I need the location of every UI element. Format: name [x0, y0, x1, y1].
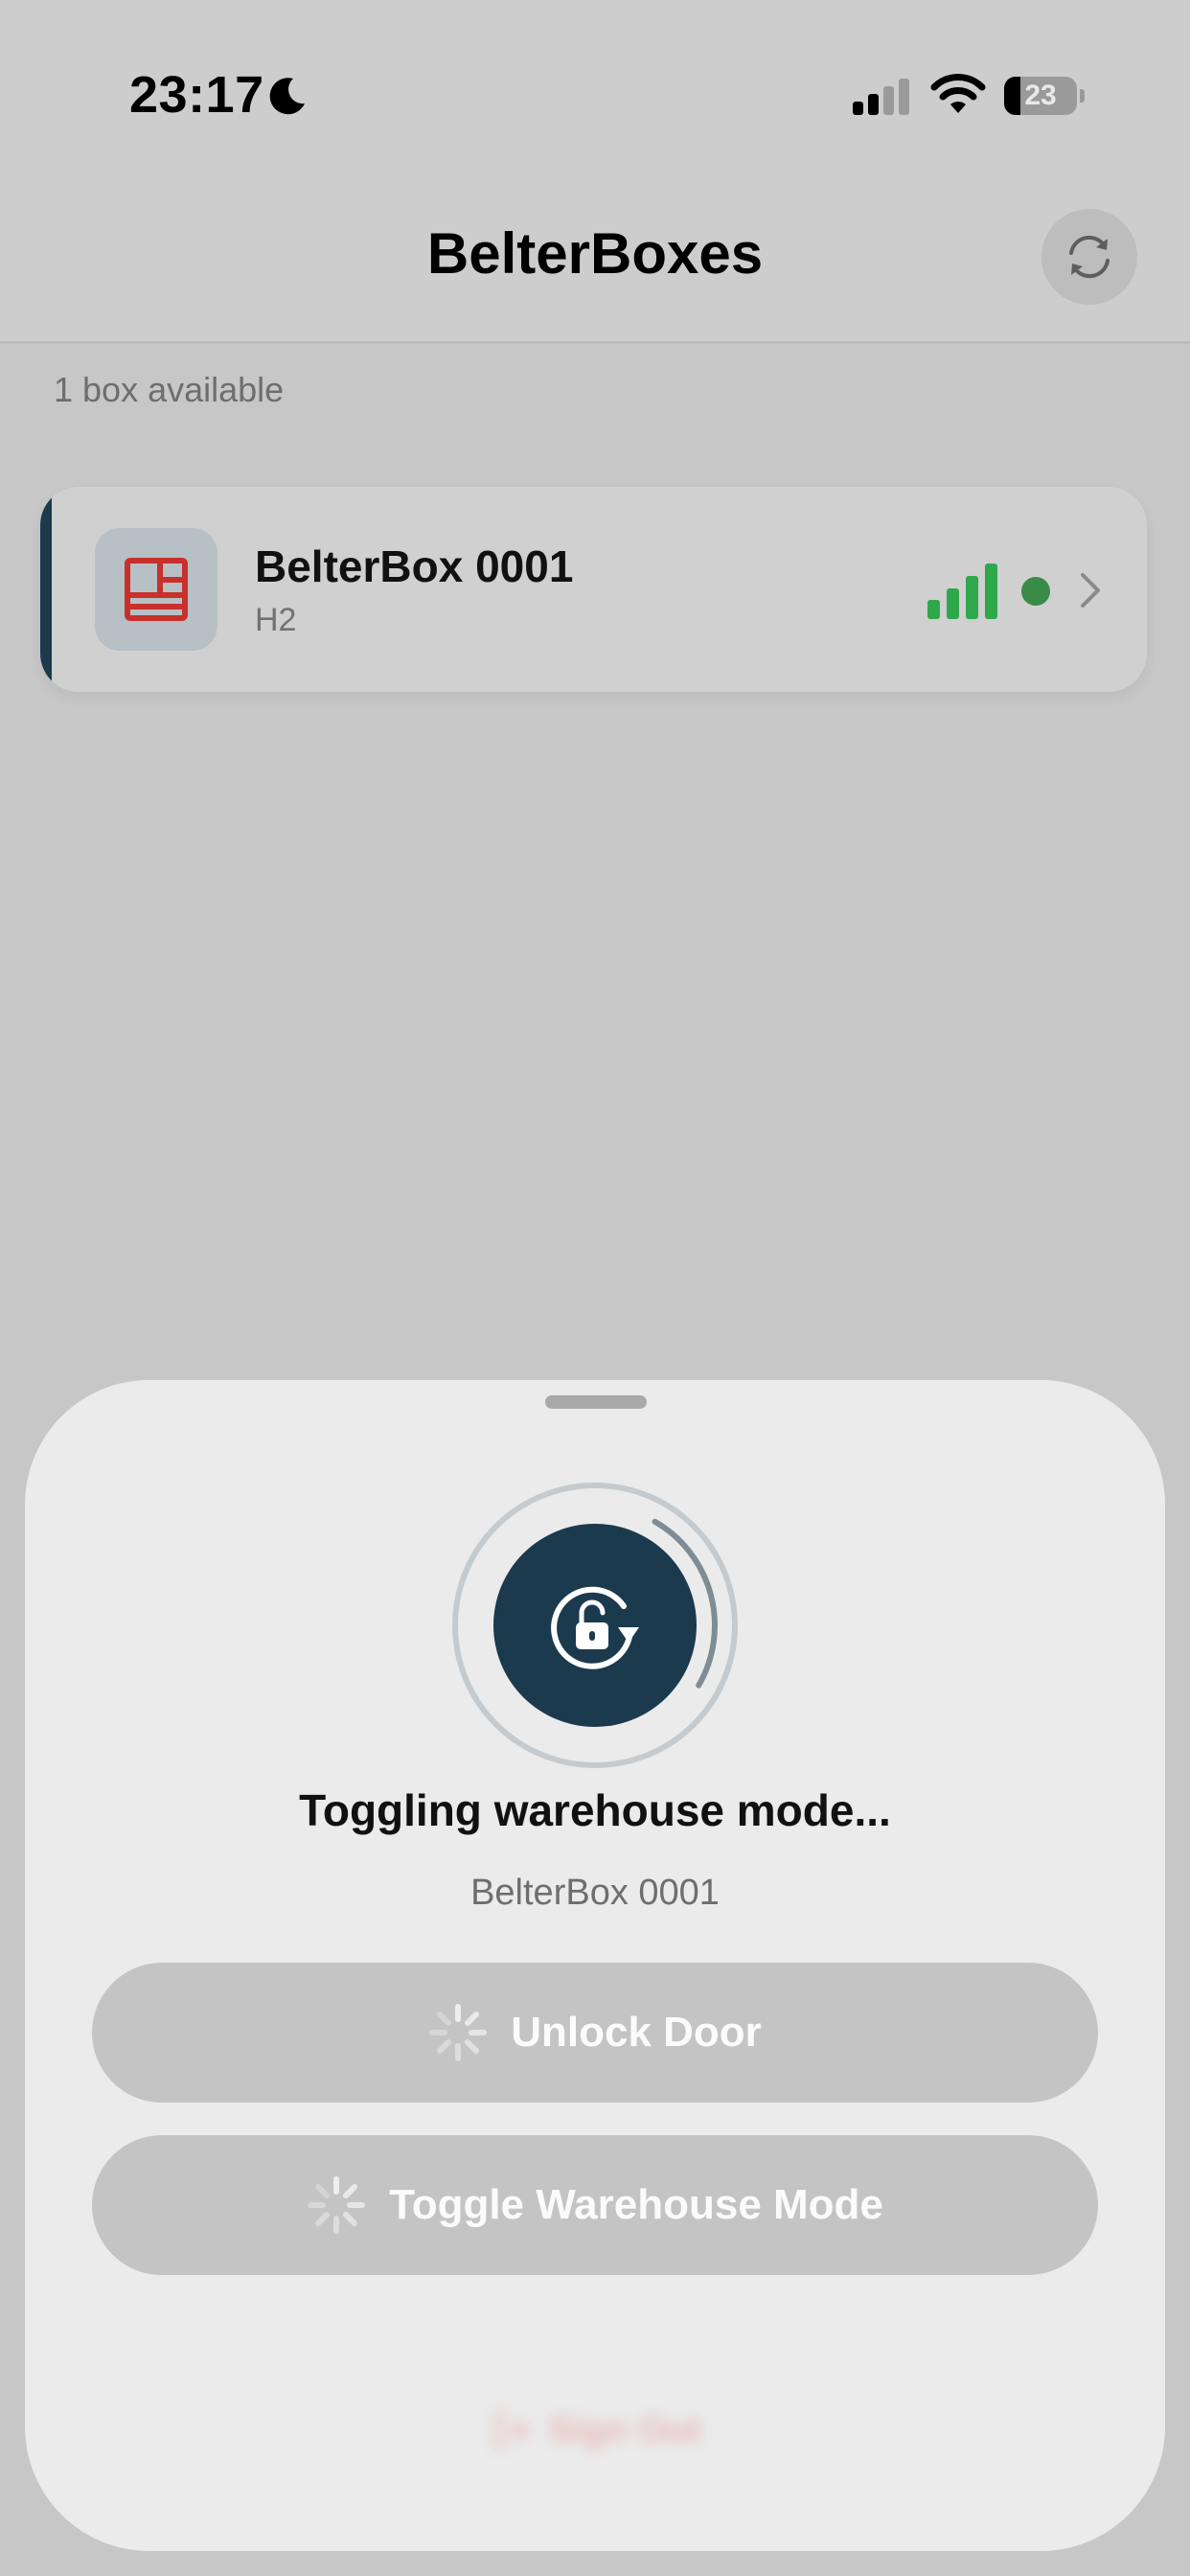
- battery-body: 23: [1004, 77, 1077, 115]
- wifi-icon: [930, 74, 986, 113]
- page-title: BelterBoxes: [426, 221, 764, 286]
- unlock-door-button[interactable]: Unlock Door: [92, 1963, 1098, 2103]
- chevron-right-icon: [1081, 573, 1100, 608]
- card-accent-bar: [40, 487, 52, 692]
- battery-indicator: 23: [1004, 77, 1085, 115]
- box-model: H2: [255, 602, 297, 638]
- unlock-door-label: Unlock Door: [511, 2009, 762, 2056]
- box-name: BelterBox 0001: [255, 541, 574, 591]
- box-count-label: 1 box available: [54, 370, 285, 409]
- refresh-button[interactable]: [1041, 209, 1137, 305]
- operation-status-text: Toggling warehouse mode...: [299, 1785, 891, 1835]
- sign-out-button[interactable]: Sign Out: [25, 2392, 1165, 2469]
- box-layout-icon: [125, 558, 188, 621]
- box-list-item[interactable]: BelterBox 0001 H2: [40, 487, 1147, 692]
- status-bar: 23:17 23: [0, 0, 1190, 192]
- status-time: 23:17: [129, 66, 264, 124]
- battery-level: 23: [1024, 80, 1057, 111]
- sign-out-label: Sign Out: [548, 2409, 701, 2450]
- cellular-signal-icon: [853, 79, 909, 115]
- loading-spinner-icon: [429, 2004, 488, 2061]
- sign-out-icon: [494, 2413, 529, 2448]
- progress-indicator: [451, 1482, 739, 1769]
- lock-status-circle: [493, 1524, 697, 1727]
- online-status-dot: [1021, 577, 1050, 606]
- moon-icon: [269, 78, 305, 115]
- home-indicator: [25, 2526, 1165, 2536]
- nav-header: BelterBoxes: [0, 192, 1190, 344]
- loading-spinner-icon: [308, 2176, 366, 2234]
- battery-tip: [1080, 89, 1085, 103]
- box-thumbnail: [95, 528, 217, 651]
- refresh-icon: [1069, 235, 1110, 279]
- signal-strength-icon: [927, 564, 997, 619]
- sheet-drag-handle[interactable]: [545, 1395, 647, 1409]
- lock-toggle-icon: [551, 1586, 639, 1669]
- toggle-warehouse-mode-button[interactable]: Toggle Warehouse Mode: [92, 2135, 1098, 2275]
- action-sheet: Toggling warehouse mode... BelterBox 000…: [25, 1380, 1165, 2551]
- toggle-warehouse-mode-label: Toggle Warehouse Mode: [389, 2181, 883, 2228]
- operation-device-name: BelterBox 0001: [470, 1873, 720, 1913]
